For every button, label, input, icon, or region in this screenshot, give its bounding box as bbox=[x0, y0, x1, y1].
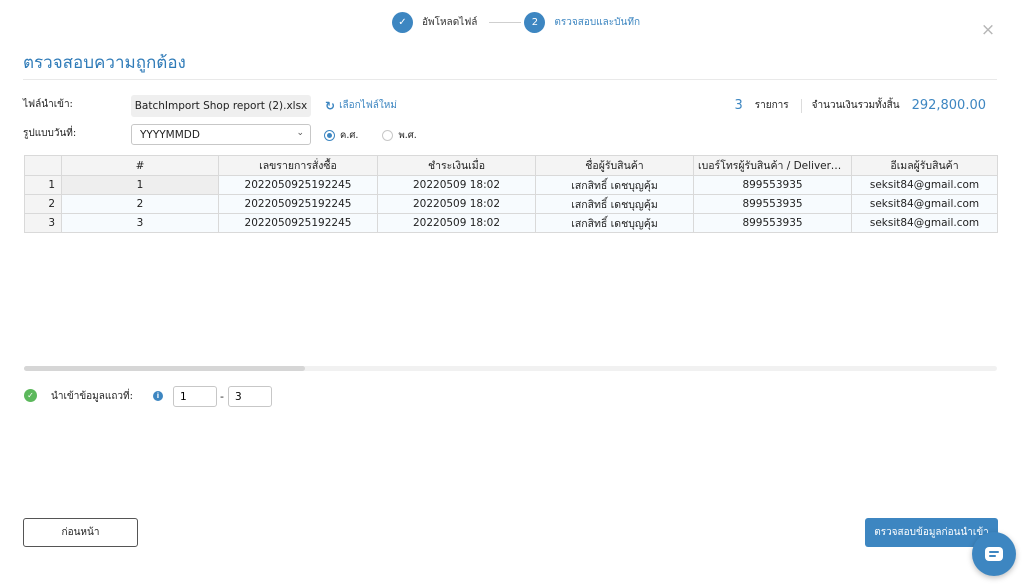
table-header-row: # เลขรายการสั่งซื้อ ชำระเงินเมื่อ ชื่อผู… bbox=[24, 155, 998, 176]
table-cell[interactable]: เสกสิทธิ์ เดชบุญคุ้ม bbox=[535, 213, 694, 233]
row-number: 2 bbox=[24, 194, 62, 214]
date-format-value: YYYYMMDD bbox=[140, 128, 200, 141]
table-cell[interactable]: 899553935 bbox=[693, 194, 852, 214]
table-cell[interactable]: 2 bbox=[61, 194, 219, 214]
range-separator: - bbox=[220, 390, 224, 403]
step-review-label: ตรวจสอบและบันทึก bbox=[554, 16, 640, 28]
row-count-unit: รายการ bbox=[754, 100, 789, 111]
radio-be[interactable] bbox=[382, 130, 394, 141]
file-label: ไฟล์นำเข้า: bbox=[23, 99, 73, 110]
title-divider bbox=[23, 79, 997, 80]
chevron-down-icon: ⌄ bbox=[296, 128, 304, 138]
scrollbar-thumb[interactable] bbox=[24, 366, 305, 371]
summary: 3 รายการ จำนวนเงินรวมทั้งสิ้น 292,800.00 bbox=[735, 98, 987, 113]
table-cell[interactable]: 20220509 18:02 bbox=[377, 194, 536, 214]
table-cell[interactable]: 899553935 bbox=[693, 213, 852, 233]
total-amount: 292,800.00 bbox=[911, 98, 986, 113]
era-option-ad-label: ค.ศ. bbox=[340, 130, 359, 141]
row-number: 1 bbox=[24, 175, 62, 195]
step-upload-label: อัพโหลดไฟล์ bbox=[422, 16, 478, 28]
date-format-select[interactable]: YYYYMMDD ⌄ bbox=[131, 124, 311, 145]
row-number-header bbox=[24, 155, 62, 176]
chat-icon bbox=[985, 547, 1003, 561]
table-cell[interactable]: 1 bbox=[61, 175, 219, 195]
choose-new-file-label: เลือกไฟล์ใหม่ bbox=[339, 100, 397, 111]
table-cell[interactable]: 2022050925192245 bbox=[218, 213, 378, 233]
step-number-badge: 2 bbox=[524, 11, 546, 33]
refresh-icon: ↻ bbox=[325, 98, 336, 113]
column-header[interactable]: ชำระเงินเมื่อ bbox=[377, 155, 536, 176]
close-icon[interactable]: × bbox=[980, 22, 996, 39]
table-cell[interactable]: 2022050925192245 bbox=[218, 194, 378, 214]
row-count: 3 bbox=[734, 98, 743, 113]
table-cell[interactable]: เสกสิทธิ์ เดชบุญคุ้ม bbox=[535, 194, 694, 214]
column-header[interactable]: ชื่อผู้รับสินค้า bbox=[535, 155, 694, 176]
file-name-chip: BatchImport Shop report (2).xlsx bbox=[131, 95, 311, 117]
table-cell[interactable]: 899553935 bbox=[693, 175, 852, 195]
column-header[interactable]: # bbox=[61, 155, 219, 176]
column-header[interactable]: เบอร์โทรผู้รับสินค้า / Delivered... bbox=[693, 155, 852, 176]
range-from-input[interactable] bbox=[173, 386, 217, 407]
era-radio-group: ค.ศ. พ.ศ. bbox=[324, 128, 441, 143]
total-label: จำนวนเงินรวมทั้งสิ้น bbox=[811, 100, 900, 111]
check-icon: ✓ bbox=[392, 11, 413, 33]
stepper: ✓ อัพโหลดไฟล์ 2 ตรวจสอบและบันทึก bbox=[392, 11, 640, 33]
table-cell[interactable]: seksit84@gmail.com bbox=[851, 213, 998, 233]
preview-table: # เลขรายการสั่งซื้อ ชำระเงินเมื่อ ชื่อผู… bbox=[24, 155, 998, 233]
era-option-ad[interactable]: ค.ศ. bbox=[324, 128, 358, 143]
range-to-input[interactable] bbox=[228, 386, 272, 407]
table-cell[interactable]: seksit84@gmail.com bbox=[851, 194, 998, 214]
summary-divider bbox=[800, 98, 802, 113]
info-icon[interactable]: i bbox=[153, 391, 163, 401]
step-divider bbox=[489, 21, 522, 23]
table-cell[interactable]: 20220509 18:02 bbox=[377, 175, 536, 195]
column-header[interactable]: เลขรายการสั่งซื้อ bbox=[218, 155, 378, 176]
row-number: 3 bbox=[24, 213, 62, 233]
page-title: ตรวจสอบความถูกต้อง bbox=[23, 53, 186, 73]
choose-new-file-link[interactable]: ↻ เลือกไฟล์ใหม่ bbox=[325, 98, 397, 113]
check-circle-icon: ✓ bbox=[24, 389, 37, 402]
horizontal-scrollbar[interactable] bbox=[24, 366, 997, 371]
back-button[interactable]: ก่อนหน้า bbox=[23, 518, 138, 547]
import-range-label: นำเข้าข้อมูลแถวที่: bbox=[51, 391, 133, 402]
era-option-be-label: พ.ศ. bbox=[398, 130, 417, 141]
date-format-label: รูปแบบวันที่: bbox=[23, 128, 77, 139]
table-cell[interactable]: เสกสิทธิ์ เดชบุญคุ้ม bbox=[535, 175, 694, 195]
table-cell[interactable]: seksit84@gmail.com bbox=[851, 175, 998, 195]
table-row: 3 3 2022050925192245 20220509 18:02 เสกส… bbox=[24, 213, 998, 233]
table-cell[interactable]: 20220509 18:02 bbox=[377, 213, 536, 233]
chat-button[interactable] bbox=[972, 532, 1016, 576]
table-row: 1 1 2022050925192245 20220509 18:02 เสกส… bbox=[24, 175, 998, 195]
table-row: 2 2 2022050925192245 20220509 18:02 เสกส… bbox=[24, 194, 998, 214]
column-header[interactable]: อีเมลผู้รับสินค้า bbox=[851, 155, 998, 176]
table-cell[interactable]: 2022050925192245 bbox=[218, 175, 378, 195]
era-option-be[interactable]: พ.ศ. bbox=[382, 128, 417, 143]
radio-ad[interactable] bbox=[324, 130, 335, 141]
table-cell[interactable]: 3 bbox=[61, 213, 219, 233]
